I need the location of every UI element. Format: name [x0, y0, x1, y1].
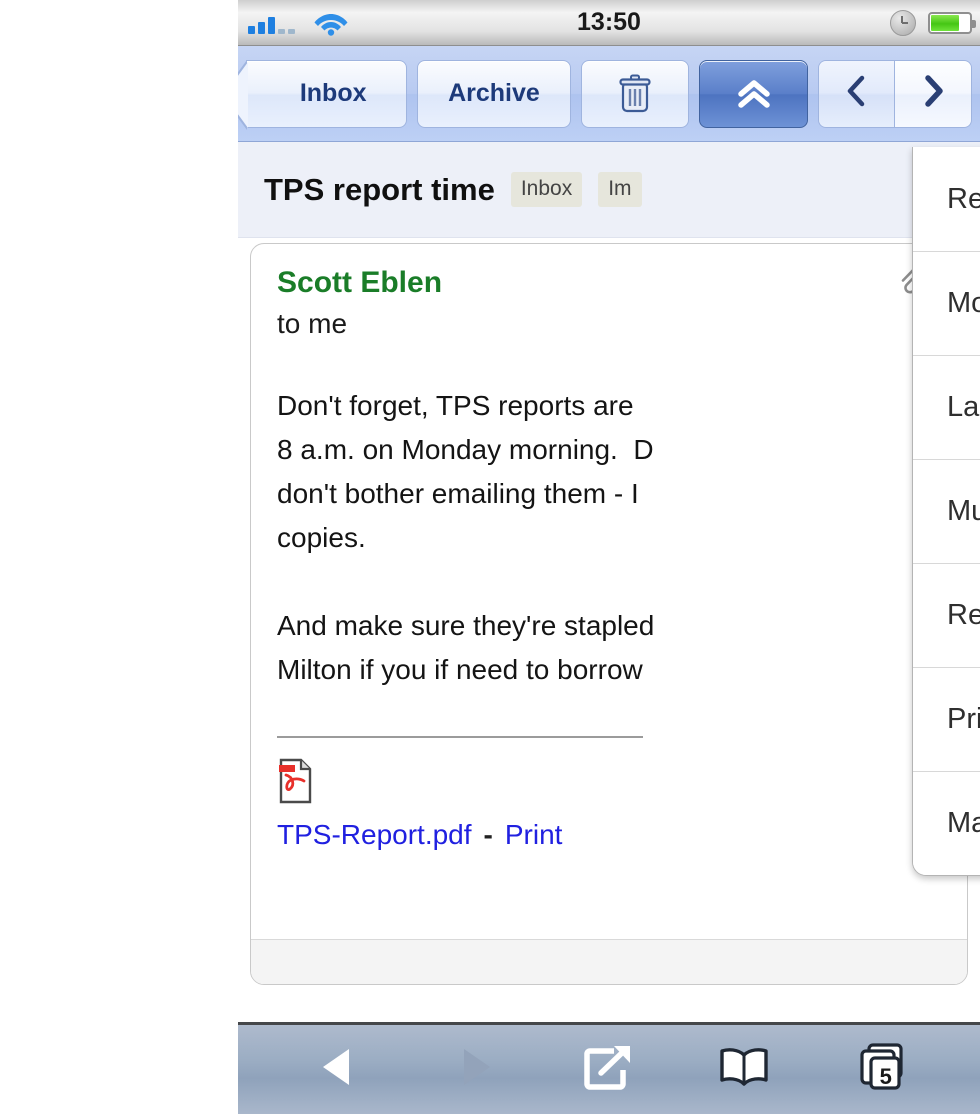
- status-bar-time: 13:50: [577, 8, 641, 36]
- share-button[interactable]: [578, 1042, 640, 1098]
- page-root: 13:50 Inbox Archive TPS report time Inbo…: [0, 0, 980, 1114]
- sender-name[interactable]: Scott Eblen: [277, 266, 442, 300]
- forward-triangle-icon: [452, 1044, 496, 1095]
- trash-icon: [618, 74, 652, 114]
- attachment-print-link[interactable]: Print: [505, 819, 563, 851]
- tab-count-badge: 5: [879, 1064, 892, 1089]
- card-footer-strip: [251, 939, 967, 984]
- menu-item-label: Report spam: [947, 599, 980, 631]
- menu-item-label: Print: [947, 703, 980, 735]
- gmail-toolbar: Inbox Archive: [238, 46, 980, 142]
- ios-status-bar: 13:50: [238, 0, 980, 46]
- browser-forward-button[interactable]: [443, 1042, 505, 1098]
- attachment-filename-link[interactable]: TPS-Report.pdf: [277, 819, 472, 851]
- attachment-line: TPS-Report.pdf - Print: [277, 819, 941, 851]
- double-chevron-up-icon: [737, 78, 771, 110]
- menu-item-label: Move...: [947, 287, 980, 319]
- menu-item-label[interactable]: Label...: [913, 355, 980, 459]
- menu-item-label: Label...: [947, 391, 980, 423]
- back-triangle-icon: [317, 1044, 361, 1095]
- more-actions-button[interactable]: [699, 59, 808, 128]
- phone-screen: 13:50 Inbox Archive TPS report time Inbo…: [238, 0, 980, 1114]
- next-message-button[interactable]: [894, 60, 971, 127]
- sender-row: Scott Eblen: [277, 265, 941, 300]
- menu-item-label: Mark as unread: [947, 807, 980, 839]
- back-to-inbox-label: Inbox: [299, 79, 367, 107]
- menu-item-label: Mute: [947, 495, 980, 527]
- recipients-line: to me: [277, 308, 348, 339]
- archive-label: Archive: [448, 79, 540, 107]
- page-title: TPS report time: [264, 171, 495, 207]
- menu-item-mute[interactable]: Mute: [913, 459, 980, 563]
- message-navigation-segmented-control: [817, 59, 972, 128]
- menu-item-print[interactable]: Print: [913, 667, 980, 771]
- share-arrow-icon: [584, 1043, 634, 1096]
- previous-message-button[interactable]: [818, 60, 895, 127]
- battery-fill: [931, 14, 960, 31]
- menu-item-move[interactable]: Move...: [913, 251, 980, 355]
- pdf-file-icon: [277, 758, 315, 808]
- message-body: Don't forget, TPS reports are 8 a.m. on …: [277, 390, 655, 685]
- attachment-divider: [277, 736, 643, 738]
- more-actions-menu: Reply Move... Label... Mute Report spam …: [912, 147, 980, 876]
- attachment-separator: -: [483, 819, 493, 850]
- menu-item-mark-as-unread[interactable]: Mark as unread: [913, 771, 980, 875]
- book-icon: [717, 1046, 771, 1093]
- tabs-button[interactable]: 5: [848, 1042, 910, 1098]
- archive-button[interactable]: Archive: [417, 59, 571, 128]
- menu-item-report-spam[interactable]: Report spam: [913, 563, 980, 667]
- back-to-inbox-button[interactable]: Inbox: [238, 59, 408, 130]
- clock-icon: [890, 9, 916, 36]
- battery-icon: [928, 11, 976, 34]
- safari-bottom-toolbar: 5: [238, 1022, 980, 1114]
- message-card: Scott Eblen to me Don't forget, TPS repo…: [250, 243, 968, 985]
- status-bar-right-group: [890, 0, 976, 45]
- tabs-icon: 5: [853, 1042, 905, 1097]
- delete-button[interactable]: [580, 59, 690, 128]
- label-chip-inbox[interactable]: Inbox: [510, 172, 583, 207]
- chevron-left-icon: [844, 74, 870, 113]
- label-chip-important[interactable]: Im: [598, 172, 642, 207]
- subject-row: TPS report time Inbox Im: [238, 142, 980, 238]
- menu-item-reply[interactable]: Reply: [913, 147, 980, 251]
- chevron-right-icon: [920, 74, 946, 113]
- attachment-block: TPS-Report.pdf - Print: [277, 758, 941, 851]
- menu-item-label: Reply: [947, 182, 980, 215]
- bookmarks-button[interactable]: [713, 1042, 775, 1098]
- browser-back-button[interactable]: [308, 1042, 370, 1098]
- message-content: Scott Eblen to me Don't forget, TPS repo…: [251, 244, 967, 851]
